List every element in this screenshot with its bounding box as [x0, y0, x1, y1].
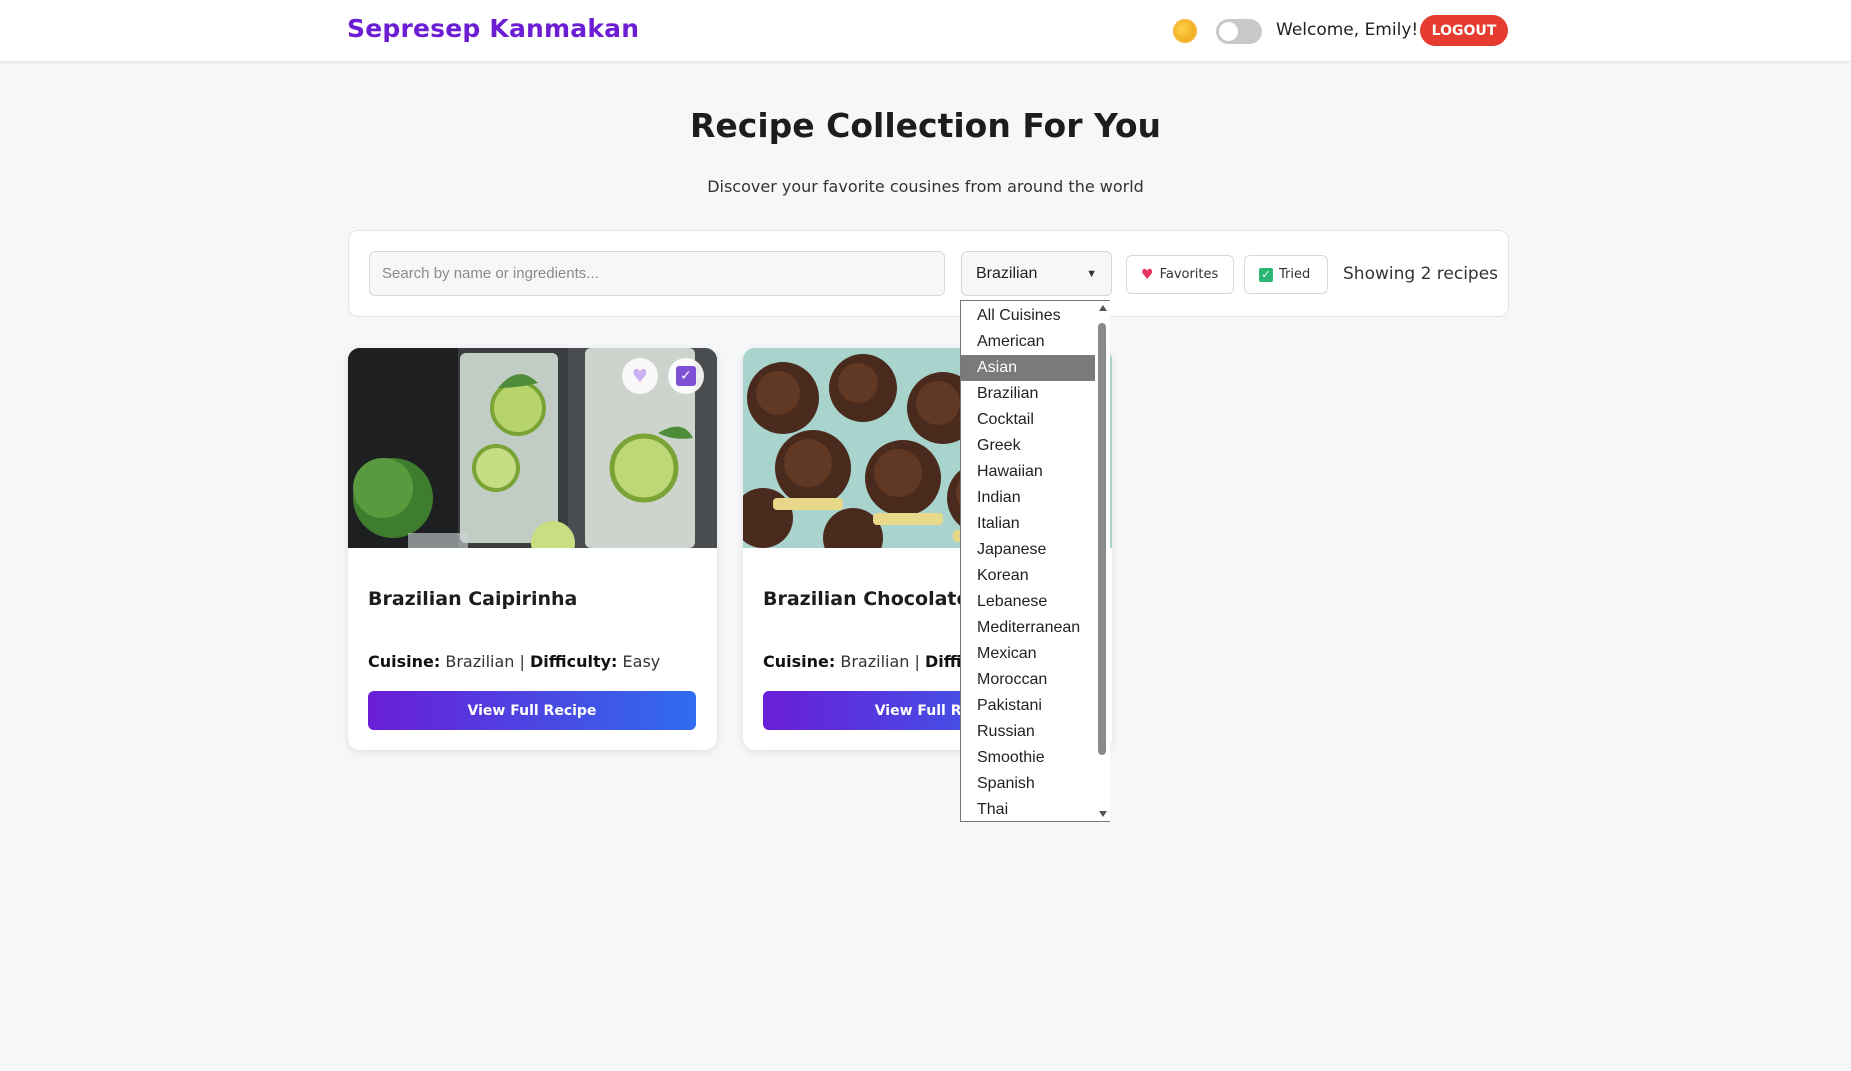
- search-input[interactable]: [369, 251, 945, 296]
- cuisine-label: Cuisine:: [368, 652, 441, 671]
- recipe-title: Brazilian Caipirinha: [368, 588, 578, 610]
- dropdown-option[interactable]: Greek: [961, 433, 1095, 459]
- sun-icon[interactable]: [1173, 19, 1197, 43]
- recipe-card: ♥ ✓ Brazilian Caipirinha Cuisine: Brazil…: [348, 348, 717, 750]
- dropdown-option[interactable]: Hawaiian: [961, 459, 1095, 485]
- dropdown-option[interactable]: Mediterranean: [961, 615, 1095, 641]
- difficulty-value: Easy: [622, 652, 661, 671]
- favorite-heart-icon[interactable]: ♥: [622, 358, 658, 394]
- dropdown-option[interactable]: Pakistani: [961, 693, 1095, 719]
- cuisine-value: Brazilian: [840, 652, 910, 671]
- dropdown-option[interactable]: American: [961, 329, 1095, 355]
- tried-check-icon[interactable]: ✓: [668, 358, 704, 394]
- dropdown-option[interactable]: Brazilian: [961, 381, 1095, 407]
- welcome-text: Welcome, Emily!: [1276, 20, 1419, 40]
- dropdown-option[interactable]: Mexican: [961, 641, 1095, 667]
- favorites-label: Favorites: [1159, 267, 1219, 282]
- dropdown-option[interactable]: Russian: [961, 719, 1095, 745]
- dropdown-scrollbar[interactable]: [1096, 301, 1110, 821]
- recipe-title: Brazilian Chocolate E: [763, 588, 989, 610]
- dropdown-option[interactable]: Korean: [961, 563, 1095, 589]
- dropdown-option[interactable]: Japanese: [961, 537, 1095, 563]
- dropdown-option[interactable]: Spanish: [961, 771, 1095, 797]
- cuisine-select-value: Brazilian: [976, 264, 1038, 282]
- heart-icon: ♥: [1141, 266, 1154, 283]
- dropdown-option[interactable]: Asian: [961, 355, 1095, 381]
- tried-filter-button[interactable]: ✓ Tried: [1244, 255, 1328, 294]
- cuisine-value: Brazilian: [445, 652, 515, 671]
- scrollbar-thumb[interactable]: [1098, 323, 1106, 755]
- recipe-image: [348, 348, 717, 548]
- recipe-count: Showing 2 recipes: [1343, 264, 1499, 284]
- scroll-up-icon[interactable]: [1099, 305, 1107, 311]
- cuisine-label: Cuisine:: [763, 652, 836, 671]
- logout-button[interactable]: LOGOUT: [1420, 15, 1508, 46]
- recipe-meta: Cuisine: Brazilian | Diffic: [763, 652, 971, 671]
- dropdown-option[interactable]: Thai: [961, 797, 1095, 823]
- dropdown-option[interactable]: All Cuisines: [961, 303, 1095, 329]
- dropdown-option[interactable]: Lebanese: [961, 589, 1095, 615]
- dropdown-option[interactable]: Smoothie: [961, 745, 1095, 771]
- cuisine-select[interactable]: Brazilian ▼: [961, 251, 1112, 296]
- brand-logo[interactable]: Sepresep Kanmakan: [347, 14, 639, 43]
- theme-toggle[interactable]: [1216, 19, 1262, 44]
- dropdown-option[interactable]: Moroccan: [961, 667, 1095, 693]
- page-title: Recipe Collection For You: [689, 106, 1162, 145]
- tried-label: Tried: [1279, 267, 1311, 282]
- favorites-filter-button[interactable]: ♥ Favorites: [1126, 255, 1234, 294]
- meta-separator: |: [519, 652, 525, 671]
- scroll-down-icon[interactable]: [1099, 811, 1107, 817]
- difficulty-label: Difficulty:: [529, 652, 618, 671]
- recipe-meta: Cuisine: Brazilian | Difficulty: Easy: [368, 652, 660, 671]
- chevron-down-icon: ▼: [1086, 267, 1097, 280]
- view-recipe-button[interactable]: View Full Recipe: [368, 691, 696, 730]
- cuisine-dropdown-list[interactable]: All Cuisines American Asian Brazilian Cockta…: [960, 300, 1110, 822]
- dropdown-option[interactable]: Cocktail: [961, 407, 1095, 433]
- toggle-knob: [1219, 22, 1238, 41]
- dropdown-option[interactable]: Indian: [961, 485, 1095, 511]
- top-navbar: Sepresep Kanmakan Welcome, Emily! LOGOUT: [0, 0, 1851, 62]
- dropdown-option[interactable]: Italian: [961, 511, 1095, 537]
- filter-bar: Brazilian ▼ ♥ Favorites ✓ Tried Showing …: [348, 230, 1509, 317]
- check-icon: ✓: [1259, 267, 1273, 282]
- meta-separator: |: [914, 652, 920, 671]
- page-subtitle: Discover your favorite cousines from aro…: [707, 177, 1144, 196]
